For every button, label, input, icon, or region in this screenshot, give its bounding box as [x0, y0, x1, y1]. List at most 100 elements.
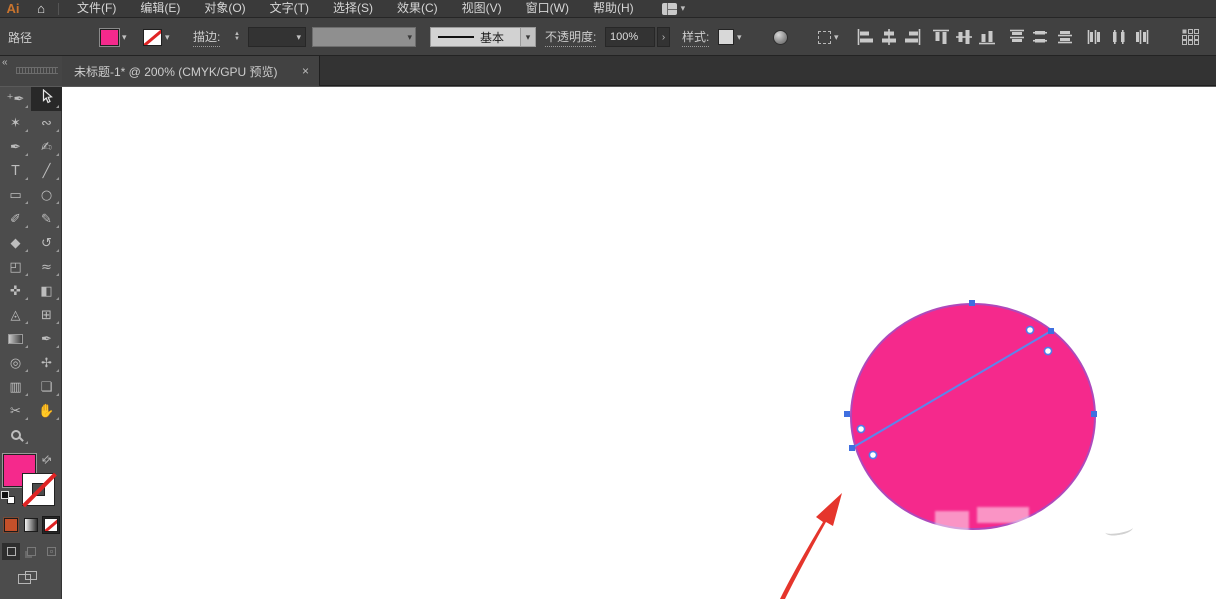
rectangle-tool[interactable]: ▭ [0, 183, 31, 207]
ellipse-tool[interactable]: ○ [31, 183, 62, 207]
blend-tool[interactable]: ◎ [0, 351, 31, 375]
menu-bar: Ai ⌂ 文件(F)编辑(E)对象(O)文字(T)选择(S)效果(C)视图(V)… [0, 0, 1216, 18]
vertical-distribute-center-button[interactable] [1031, 18, 1049, 56]
fill-color-picker[interactable]: ▾ [100, 18, 127, 56]
magic-wand-tool[interactable]: ✶ [0, 111, 31, 135]
default-fill-stroke-icon[interactable] [1, 491, 15, 504]
chevron-down-icon[interactable]: ▾ [520, 28, 535, 46]
tab-close-icon[interactable]: × [300, 64, 311, 78]
horizontal-align-center-button[interactable] [880, 18, 898, 56]
curvature-tool[interactable]: ✍ [31, 135, 62, 159]
chevron-down-icon[interactable]: ▾ [165, 32, 170, 43]
stroke-weight-dropdown[interactable]: ▾ [248, 18, 306, 56]
fill-color-swatch[interactable] [100, 29, 119, 46]
brush-definition-dropdown[interactable]: 基本 ▾ [430, 18, 536, 56]
direct-selection-tool[interactable] [31, 87, 62, 111]
chevron-down-icon[interactable]: ▾ [122, 32, 127, 43]
horizontal-distribute-center-button[interactable] [1110, 18, 1128, 56]
opacity-label[interactable]: 不透明度: [545, 28, 596, 47]
menu-item-8[interactable]: 帮助(H) [581, 0, 646, 17]
style-swatch[interactable] [718, 29, 734, 45]
collapse-panel-icon[interactable]: « [2, 57, 8, 68]
draw-behind-mode-button[interactable] [22, 543, 40, 560]
puppet-warp-tool[interactable]: ✜ [0, 279, 31, 303]
none-mode-icon [44, 518, 58, 532]
hand-tool[interactable]: ✋ [31, 399, 62, 423]
recolor-artwork-button[interactable] [773, 18, 788, 56]
type-tool[interactable]: T [0, 159, 31, 183]
perspective-grid-tool[interactable]: ◬ [0, 303, 31, 327]
vertical-align-top-icon [932, 29, 950, 45]
vertical-align-center-button[interactable] [955, 18, 973, 56]
swap-fill-stroke-icon[interactable]: ⇆ [39, 452, 55, 468]
stroke-weight-stepper[interactable]: ▲▼ [234, 18, 243, 56]
opacity-value[interactable]: 100% [605, 27, 655, 47]
width-tool[interactable]: ≈ [31, 255, 62, 279]
horizontal-align-left-button[interactable] [857, 18, 875, 56]
eraser-tool[interactable]: ◆ [0, 231, 31, 255]
slice-tool-icon: ✂ [10, 405, 21, 418]
document-tab[interactable]: 未标题-1* @ 200% (CMYK/GPU 预览) × [62, 56, 320, 86]
chevron-down-icon[interactable]: ▾ [737, 32, 742, 43]
gradient-mode-button[interactable] [22, 516, 40, 534]
column-graph-tool[interactable]: ▥ [0, 375, 31, 399]
scale-tool[interactable]: ◰ [0, 255, 31, 279]
menu-item-2[interactable]: 对象(O) [192, 0, 257, 17]
shape-builder-tool[interactable]: ◧ [31, 279, 62, 303]
vertical-distribute-top-button[interactable] [1008, 18, 1026, 56]
change-screen-mode-button[interactable] [18, 571, 38, 586]
horizontal-distribute-left-button[interactable] [1086, 18, 1104, 56]
horizontal-align-left-icon [857, 29, 875, 45]
rotate-tool[interactable]: ↺ [31, 231, 62, 255]
lasso-tool[interactable]: ∾ [31, 111, 62, 135]
vertical-align-top-button[interactable] [932, 18, 950, 56]
vertical-distribute-bottom-button[interactable] [1056, 18, 1074, 56]
selection-type-label: 路径 [8, 29, 32, 46]
stroke-color-indicator[interactable] [22, 473, 55, 506]
draw-normal-mode-button[interactable] [2, 543, 20, 560]
eyedropper-tool[interactable]: ✒ [31, 327, 62, 351]
stroke-none-swatch[interactable] [143, 29, 162, 46]
none-mode-button[interactable] [42, 516, 60, 534]
add-anchor-point-tool[interactable]: ⁺✒ [0, 87, 31, 111]
pen-tool[interactable]: ✒ [0, 135, 31, 159]
stroke-label[interactable]: 描边: [193, 28, 220, 47]
menu-item-4[interactable]: 选择(S) [321, 0, 385, 17]
panel-grip[interactable] [16, 67, 58, 74]
horizontal-align-right-button[interactable] [903, 18, 921, 56]
workspace-switcher[interactable]: ▾ [662, 3, 686, 15]
stroke-color-picker[interactable]: ▾ [143, 18, 170, 56]
pink-ellipse-shape[interactable] [850, 303, 1096, 530]
artboard-tool[interactable]: ❏ [31, 375, 62, 399]
symbol-sprayer-tool[interactable]: ✢ [31, 351, 62, 375]
menu-items: 文件(F)编辑(E)对象(O)文字(T)选择(S)效果(C)视图(V)窗口(W)… [65, 0, 646, 17]
gradient-tool[interactable] [0, 327, 31, 351]
zoom-tool[interactable] [0, 423, 31, 447]
paintbrush-tool[interactable]: ✐ [0, 207, 31, 231]
menu-item-1[interactable]: 编辑(E) [128, 0, 192, 17]
slice-tool[interactable]: ✂ [0, 399, 31, 423]
shaper-tool[interactable]: ✎ [31, 207, 62, 231]
style-dropdown[interactable]: ▾ [718, 18, 742, 56]
mesh-tool[interactable]: ⊞ [31, 303, 62, 327]
opacity-field[interactable]: 100% › [605, 18, 670, 56]
color-mode-button[interactable] [2, 516, 20, 534]
menu-item-6[interactable]: 视图(V) [450, 0, 514, 17]
menu-item-0[interactable]: 文件(F) [65, 0, 128, 17]
opacity-more-button[interactable]: › [657, 27, 670, 47]
artboard-canvas[interactable] [63, 87, 1216, 599]
home-icon[interactable]: ⌂ [26, 1, 56, 17]
vertical-align-bottom-button[interactable] [978, 18, 996, 56]
document-tab-title: 未标题-1* @ 200% (CMYK/GPU 预览) [74, 63, 294, 80]
horizontal-distribute-right-button[interactable] [1133, 18, 1151, 56]
menu-item-5[interactable]: 效果(C) [385, 0, 450, 17]
menu-item-3[interactable]: 文字(T) [258, 0, 321, 17]
style-label[interactable]: 样式: [682, 28, 709, 47]
width-tool-icon: ≈ [41, 261, 52, 274]
line-segment-tool[interactable]: ╱ [31, 159, 62, 183]
transform-menu[interactable]: ▾ [818, 18, 839, 56]
control-panel-options-button[interactable] [1182, 18, 1199, 56]
width-profile-dropdown[interactable]: ▾ [312, 18, 416, 56]
menu-item-7[interactable]: 窗口(W) [514, 0, 581, 17]
draw-inside-mode-button[interactable] [42, 543, 60, 560]
